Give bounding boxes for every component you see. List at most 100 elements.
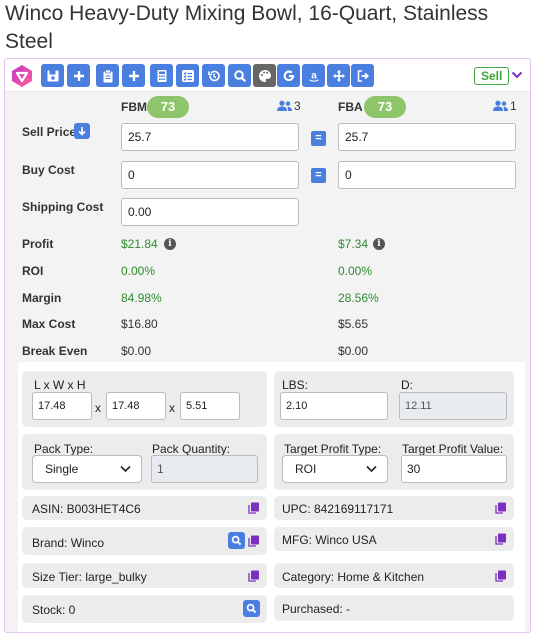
asin-card: ASIN: B003HET4C6 xyxy=(22,496,267,520)
fbm-sell-price-input[interactable]: 25.7 xyxy=(121,123,299,151)
fba-margin-value: 28.56% xyxy=(338,291,379,305)
fbm-score-pill: 73 xyxy=(147,96,189,118)
search-icon xyxy=(231,535,242,546)
buy-cost-equal-button[interactable]: = xyxy=(311,168,326,183)
copy-icon[interactable] xyxy=(495,570,507,582)
save-icon xyxy=(47,70,58,81)
target-profit-type-label: Target Profit Type: xyxy=(284,442,382,456)
fba-break-even-value: $0.00 xyxy=(338,344,369,358)
app-logo-icon xyxy=(12,65,32,87)
pack-type-label: Pack Type: xyxy=(34,442,94,456)
save-button[interactable] xyxy=(41,64,64,87)
fba-profit-value: $7.34 xyxy=(338,237,369,251)
sell-badge[interactable]: Sell xyxy=(474,67,510,85)
size-tier-card: Size Tier: large_bulky xyxy=(22,563,267,588)
target-profit-value-label: Target Profit Value: xyxy=(402,442,504,456)
search-icon xyxy=(246,603,257,614)
fbm-max-cost-value: $16.80 xyxy=(121,317,158,331)
sell-price-equal-button[interactable]: = xyxy=(311,131,326,146)
sell-price-label: Sell Price xyxy=(22,125,77,139)
google-button[interactable] xyxy=(277,64,300,87)
fba-header: FBA xyxy=(338,100,363,114)
category-text: Category: Home & Kitchen xyxy=(282,570,425,584)
purchased-text: Purchased: - xyxy=(282,602,351,616)
calculator-button[interactable] xyxy=(150,64,173,87)
category-card: Category: Home & Kitchen xyxy=(274,563,514,588)
fbm-margin-value: 84.98% xyxy=(121,291,162,305)
pack-type-value: Single xyxy=(45,462,79,476)
fbm-profit-info-icon[interactable]: i xyxy=(164,238,176,250)
copy-icon[interactable] xyxy=(495,502,507,514)
history-button[interactable] xyxy=(202,64,225,87)
clipboard-button[interactable] xyxy=(96,64,119,87)
amazon-icon: a xyxy=(308,70,319,82)
target-profit-value-input[interactable]: 30 xyxy=(401,455,507,483)
target-profit-type-value: ROI xyxy=(295,462,317,476)
target-profit-card: Target Profit Type: ROI Target Profit Va… xyxy=(274,434,514,490)
product-title: Winco Heavy-Duty Mixing Bowl, 16-Quart, … xyxy=(5,2,489,53)
brand-search-button[interactable] xyxy=(228,532,245,549)
fba-buy-cost-input[interactable]: 0 xyxy=(338,161,516,189)
mfg-text: MFG: Winco USA xyxy=(282,533,377,547)
fbm-profit-value: $21.84 xyxy=(121,237,158,251)
plus-icon xyxy=(73,70,84,81)
arrow-down-icon xyxy=(78,127,86,136)
checklist-icon xyxy=(181,69,194,82)
pack-card: Pack Type: Single Pack Quantity: 1 xyxy=(22,434,267,490)
svg-text:a: a xyxy=(311,70,317,81)
lbs-input[interactable]: 2.10 xyxy=(280,392,388,420)
stock-search-button[interactable] xyxy=(243,600,260,617)
calculator-icon xyxy=(157,69,166,82)
search-icon xyxy=(233,69,246,82)
exit-button[interactable] xyxy=(351,64,374,87)
exit-icon xyxy=(357,69,369,82)
pack-quantity-input[interactable]: 1 xyxy=(151,455,258,483)
asin-text: ASIN: B003HET4C6 xyxy=(32,502,141,516)
break-even-label: Break Even xyxy=(22,344,88,358)
margin-label: Margin xyxy=(22,291,62,305)
size-tier-text: Size Tier: large_bulky xyxy=(32,570,147,584)
sell-price-sort-button[interactable] xyxy=(74,123,90,139)
weight-card: LBS: 2.10 D: 12.11 xyxy=(274,371,514,427)
add-button[interactable] xyxy=(67,64,90,87)
fbm-sellers: 3 xyxy=(277,99,301,113)
expand-button[interactable] xyxy=(327,64,350,87)
height-input[interactable]: 5.51 xyxy=(180,392,240,420)
copy-icon[interactable] xyxy=(248,535,260,547)
plus-icon xyxy=(128,70,139,81)
pack-quantity-label: Pack Quantity: xyxy=(152,442,231,456)
fbm-seller-count: 3 xyxy=(294,99,301,113)
target-profit-type-select[interactable]: ROI xyxy=(282,455,388,483)
fbm-buy-cost-input[interactable]: 0 xyxy=(121,161,299,189)
width-input[interactable]: 17.48 xyxy=(106,392,166,420)
pack-type-select[interactable]: Single xyxy=(32,455,142,483)
history-icon xyxy=(207,70,220,81)
purchased-card: Purchased: - xyxy=(274,595,514,621)
fba-seller-count: 1 xyxy=(510,99,517,113)
chevron-down-icon[interactable] xyxy=(510,68,524,82)
fba-sellers: 1 xyxy=(493,99,517,113)
calculator-panel: a Sell FBM 73 3 FBA 73 1 Sell Price 25.7… xyxy=(4,58,531,633)
upc-text: UPC: 842169117171 xyxy=(282,502,394,516)
palette-button[interactable] xyxy=(253,64,276,87)
copy-icon[interactable] xyxy=(495,533,507,545)
fba-roi-value: 0.00% xyxy=(338,264,373,278)
fbm-roi-value: 0.00% xyxy=(121,264,156,278)
amazon-button[interactable]: a xyxy=(302,64,325,87)
copy-icon[interactable] xyxy=(248,502,260,514)
checklist-button[interactable] xyxy=(176,64,199,87)
clipboard-icon xyxy=(103,69,112,82)
copy-icon[interactable] xyxy=(248,570,260,582)
search-button[interactable] xyxy=(228,64,251,87)
d-input: 12.11 xyxy=(399,392,507,420)
dim-sep-1: x xyxy=(95,401,101,415)
length-input[interactable]: 17.48 xyxy=(32,392,92,420)
buy-cost-label: Buy Cost xyxy=(22,163,75,177)
fbm-shipping-cost-input[interactable]: 0.00 xyxy=(121,198,299,226)
add-list-button[interactable] xyxy=(122,64,145,87)
fba-profit-info-icon[interactable]: i xyxy=(373,238,385,250)
arrows-icon xyxy=(332,69,345,82)
fba-sell-price-input[interactable]: 25.7 xyxy=(338,123,516,151)
details-section: L x W x H 17.48 x 17.48 x 5.51 LBS: 2.10… xyxy=(18,362,525,632)
fbm-break-even-value: $0.00 xyxy=(121,344,152,358)
